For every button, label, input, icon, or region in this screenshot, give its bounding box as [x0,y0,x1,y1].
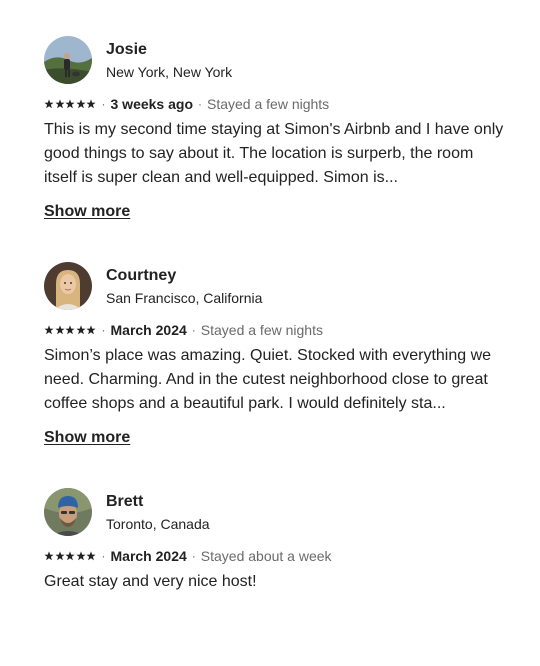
avatar[interactable] [44,488,92,536]
star-icon [65,551,75,561]
separator-dot: · [101,549,106,563]
star-icon [86,99,96,109]
separator-dot: · [198,97,202,111]
star-icon [54,325,65,335]
review-header: Josie New York, New York [44,36,504,84]
review-meta: · 3 weeks ago · Stayed a few nights [44,95,504,113]
review-meta: · March 2024 · Stayed a few nights [44,321,504,339]
reviewer-location: New York, New York [106,63,233,80]
separator-dot: · [101,97,106,111]
rating-stars [44,99,97,109]
review-date: March 2024 [110,548,187,564]
avatar[interactable] [44,36,92,84]
avatar-photo-icon [44,36,92,84]
reviewer-info: Brett Toronto, Canada [106,492,210,533]
review-text: Great stay and very nice host! [44,573,257,590]
reviewer-name: Josie [106,40,147,58]
review-card: Courtney San Francisco, California · Mar… [44,262,504,448]
separator-dot: · [191,549,196,563]
separator-dot: · [191,323,196,337]
reviewer-location: Toronto, Canada [106,515,210,532]
review-header: Courtney San Francisco, California [44,262,504,310]
avatar-photo-icon [44,488,92,536]
star-icon [86,551,96,561]
reviews-list: Josie New York, New York · 3 weeks ago ·… [0,0,540,666]
star-icon [65,325,75,335]
show-more-button[interactable]: Show more [44,428,130,448]
stay-length: Stayed a few nights [200,322,323,338]
separator-dot: · [101,323,106,337]
review-date: March 2024 [110,322,187,338]
reviewer-location: San Francisco, California [106,289,263,306]
review-date: 3 weeks ago [110,96,194,112]
review-card: Josie New York, New York · 3 weeks ago ·… [44,36,504,222]
review-text: Simon’s place was amazing. Quiet. Stocke… [44,347,492,412]
show-more-button[interactable]: Show more [44,202,130,222]
rating-stars [44,551,97,561]
stay-length: Stayed a few nights [207,96,330,112]
stay-length: Stayed about a week [200,548,332,564]
review-text: This is my second time staying at Simon'… [44,121,504,186]
star-icon [54,551,65,561]
avatar[interactable] [44,262,92,310]
star-icon [75,99,86,109]
review-card: Brett Toronto, Canada · March 2024 · Sta… [44,488,504,594]
star-icon [44,325,54,335]
review-meta: · March 2024 · Stayed about a week [44,547,504,565]
rating-stars [44,325,97,335]
review-header: Brett Toronto, Canada [44,488,504,536]
star-icon [44,99,54,109]
reviewer-info: Josie New York, New York [106,40,232,81]
star-icon [86,325,96,335]
star-icon [75,325,86,335]
star-icon [75,551,86,561]
star-icon [65,99,75,109]
reviewer-name: Brett [106,492,144,510]
avatar-photo-icon [44,262,92,310]
reviewer-name: Courtney [106,266,177,284]
reviewer-info: Courtney San Francisco, California [106,266,262,307]
star-icon [44,551,54,561]
star-icon [54,99,65,109]
